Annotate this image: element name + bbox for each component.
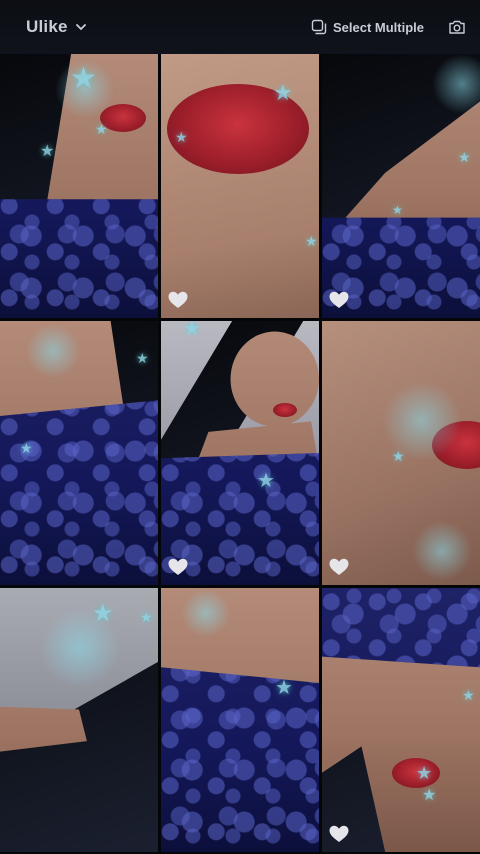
star-sparkle-icon: ★: [392, 448, 405, 464]
photo-lips: [273, 403, 297, 417]
album-picker[interactable]: Ulike: [26, 17, 86, 37]
photo-tile-9[interactable]: ★ ★ ★: [322, 588, 480, 852]
heart-icon: [167, 557, 189, 577]
heart-icon: [328, 290, 350, 310]
photo-tile-8[interactable]: ★: [161, 588, 319, 852]
star-sparkle-icon: ★: [257, 470, 275, 492]
star-sparkle-icon: ★: [275, 677, 293, 699]
star-sparkle-icon: ★: [136, 350, 149, 366]
photo-tile-4[interactable]: ★ ★: [0, 321, 158, 585]
gallery-screen: Ulike Select Multiple ★ ★ ★ ★ ★ ★ ★ ★ ★ …: [0, 0, 480, 854]
select-multiple-label: Select Multiple: [332, 19, 424, 35]
star-sparkle-icon: ★: [416, 763, 433, 783]
star-sparkle-icon: ★: [70, 62, 97, 95]
select-multiple-button[interactable]: Select Multiple: [311, 19, 424, 35]
photo-tile-7[interactable]: ★ ★: [0, 588, 158, 852]
sparkle-glow: [25, 323, 81, 379]
star-sparkle-icon: ★: [140, 609, 153, 625]
star-sparkle-icon: ★: [20, 440, 33, 456]
select-multiple-icon: [311, 19, 327, 35]
sparkle-glow: [412, 521, 472, 581]
star-sparkle-icon: ★: [92, 600, 114, 627]
heart-icon: [328, 557, 350, 577]
top-bar: Ulike Select Multiple: [0, 0, 480, 54]
star-sparkle-icon: ★: [273, 80, 293, 105]
photo-tile-2[interactable]: ★ ★ ★: [161, 54, 319, 318]
star-sparkle-icon: ★: [458, 149, 471, 165]
heart-icon: [167, 290, 189, 310]
photo-tile-5[interactable]: ★ ★: [161, 321, 319, 585]
star-sparkle-icon: ★: [183, 321, 201, 340]
chevron-down-icon: [75, 23, 86, 32]
photo-tile-3[interactable]: ★ ★: [322, 54, 480, 318]
star-sparkle-icon: ★: [462, 687, 475, 703]
star-sparkle-icon: ★: [422, 787, 437, 804]
star-sparkle-icon: ★: [305, 233, 318, 249]
star-sparkle-icon: ★: [40, 143, 55, 160]
camera-icon[interactable]: [448, 19, 466, 35]
photo-tile-6[interactable]: ★: [322, 321, 480, 585]
header-actions: Select Multiple: [311, 19, 466, 35]
photo-tile-1[interactable]: ★ ★ ★: [0, 54, 158, 318]
star-sparkle-icon: ★: [392, 203, 403, 217]
album-title: Ulike: [26, 17, 68, 36]
star-sparkle-icon: ★: [175, 129, 188, 145]
star-sparkle-icon: ★: [95, 121, 108, 137]
photo-grid: ★ ★ ★ ★ ★ ★ ★ ★ ★ ★ ★ ★ ★ ★ ★ ★ ★ ★ ★: [0, 54, 480, 854]
sparkle-glow: [181, 588, 231, 638]
heart-icon: [328, 824, 350, 844]
